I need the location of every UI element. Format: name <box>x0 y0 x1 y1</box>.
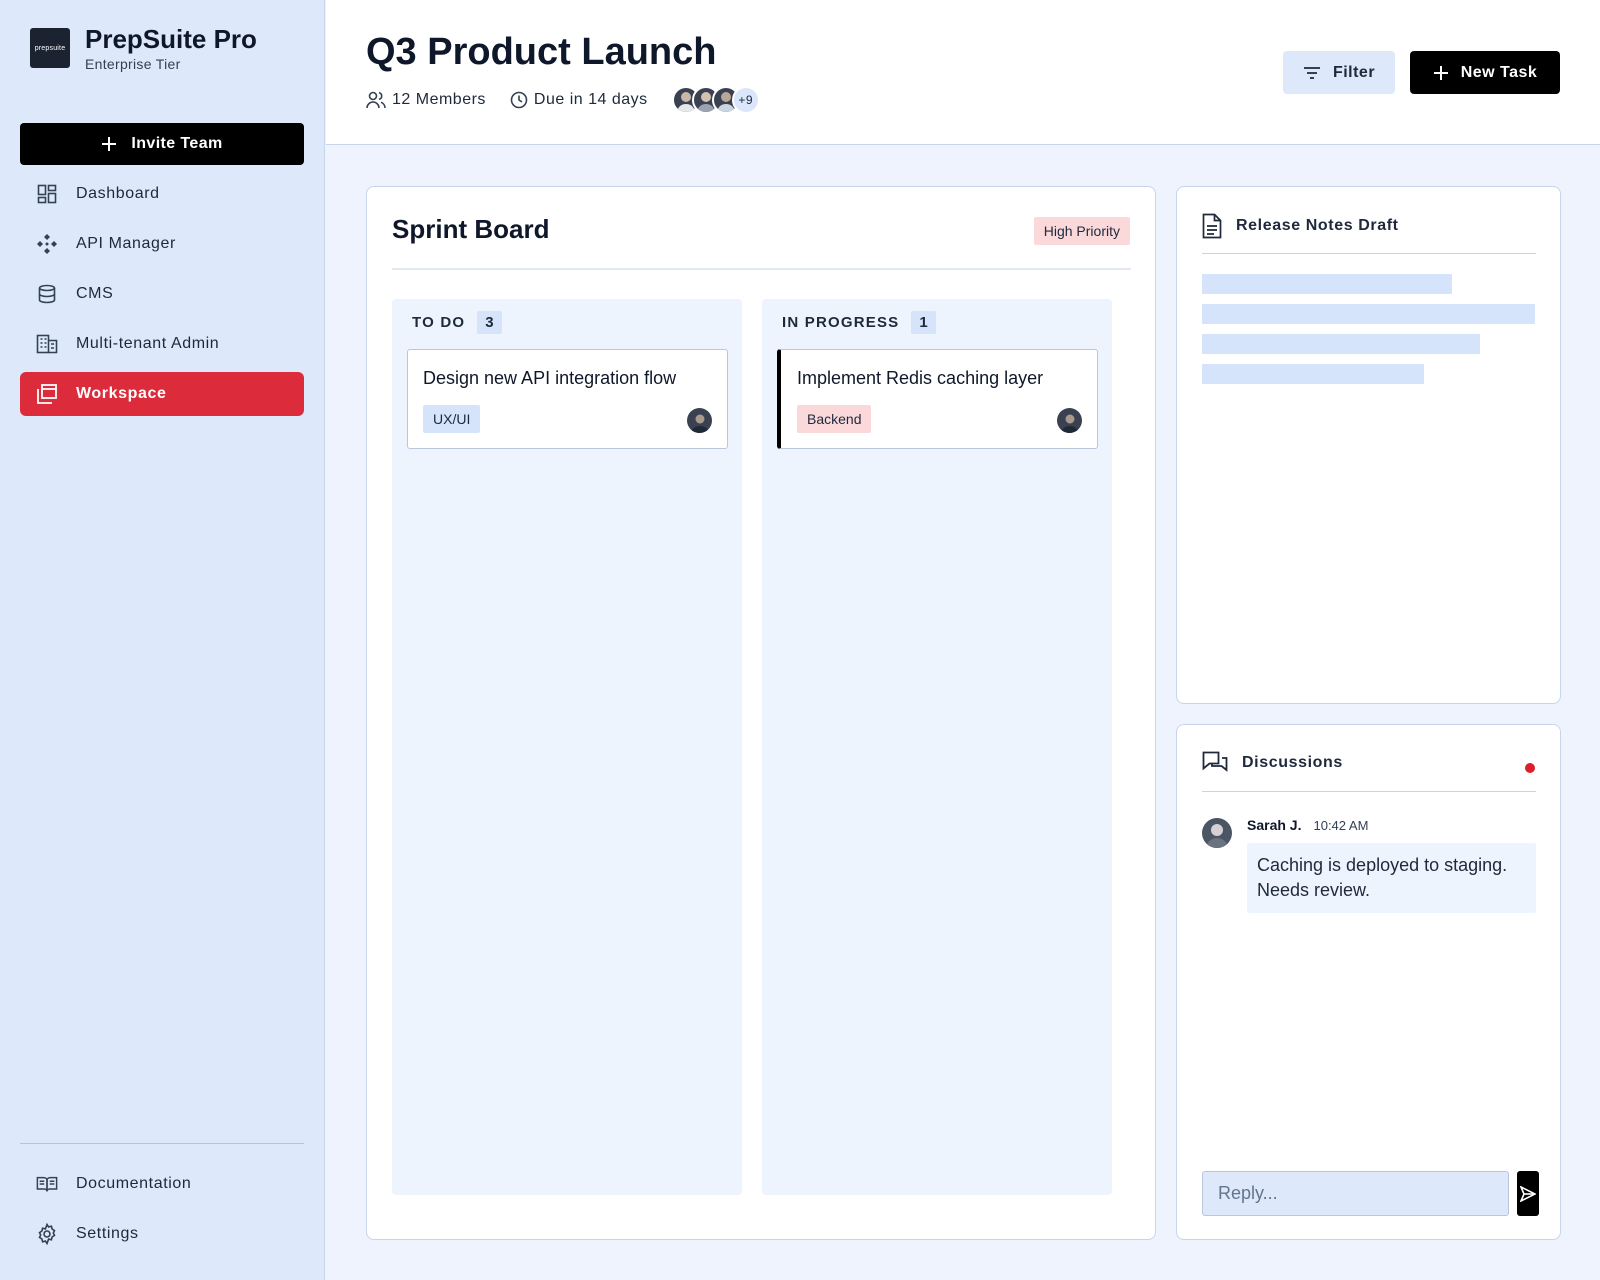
skeleton-line <box>1202 364 1424 384</box>
brand-name: PrepSuite Pro <box>85 24 257 54</box>
task-tag: Backend <box>797 405 872 433</box>
release-notes-panel: Release Notes Draft <box>1176 186 1561 704</box>
avatar <box>1202 818 1232 848</box>
invite-team-button[interactable]: Invite Team <box>20 123 304 165</box>
message-author: Sarah J. <box>1247 817 1302 833</box>
new-task-label: New Task <box>1460 63 1538 81</box>
reply-input[interactable] <box>1202 1171 1509 1216</box>
panel-header: Release Notes Draft <box>1202 213 1399 239</box>
due-label: Due in 14 days <box>533 91 648 108</box>
skeleton-line <box>1202 334 1480 354</box>
sidebar-item-label: Dashboard <box>76 185 160 202</box>
sidebar-item-workspace[interactable]: Workspace <box>20 372 304 416</box>
filter-label: Filter <box>1332 63 1376 81</box>
sidebar-item-label: Workspace <box>76 385 167 402</box>
building-icon <box>36 333 58 355</box>
task-card[interactable]: Implement Redis caching layer Backend <box>777 349 1098 449</box>
api-icon <box>36 233 58 255</box>
sidebar-item-label: Multi-tenant Admin <box>76 335 220 352</box>
sidebar-divider <box>20 1143 304 1144</box>
column-todo: TO DO 3 Design new API integration flow … <box>392 299 742 1195</box>
panel-divider <box>1202 791 1536 792</box>
sidebar-nav: Dashboard API Manager CMS Multi-tenant A… <box>20 172 304 422</box>
filter-icon <box>1303 66 1320 79</box>
avatar-more: +9 <box>731 86 760 114</box>
sidebar-item-label: API Manager <box>76 235 176 252</box>
panel-title: Discussions <box>1242 754 1343 771</box>
task-tag: UX/UI <box>423 405 481 433</box>
discussions-panel: Discussions Sarah J. 10:42 AM Caching is… <box>1176 724 1561 1240</box>
sidebar-item-dashboard[interactable]: Dashboard <box>20 172 304 216</box>
task-card[interactable]: Design new API integration flow UX/UI <box>407 349 728 449</box>
document-icon <box>1202 213 1222 239</box>
column-header: TO DO 3 <box>412 311 502 334</box>
page-header: Q3 Product Launch 12 Members Due in 14 d… <box>326 0 1600 145</box>
gear-icon <box>36 1223 58 1245</box>
sidebar-item-api-manager[interactable]: API Manager <box>20 222 304 266</box>
column-title: TO DO <box>412 314 466 331</box>
members-count[interactable]: 12 Members <box>366 91 486 109</box>
sidebar-item-label: CMS <box>76 285 114 302</box>
sidebar-item-settings[interactable]: Settings <box>20 1212 304 1256</box>
plus-icon <box>102 137 117 151</box>
invite-team-label: Invite Team <box>131 135 223 152</box>
skeleton-line <box>1202 274 1452 294</box>
column-count: 1 <box>911 311 936 334</box>
skeleton-line <box>1202 304 1535 324</box>
panel-header: Discussions <box>1202 751 1343 775</box>
plus-icon <box>1433 65 1448 80</box>
column-in-progress: IN PROGRESS 1 Implement Redis caching la… <box>762 299 1112 1195</box>
board-divider <box>392 268 1131 270</box>
clock-icon <box>510 91 528 109</box>
message-meta: Sarah J. 10:42 AM <box>1247 817 1368 833</box>
message-time: 10:42 AM <box>1313 818 1369 833</box>
project-meta: 12 Members Due in 14 days +9 <box>366 86 760 114</box>
column-title: IN PROGRESS <box>782 314 900 331</box>
book-icon <box>36 1173 58 1195</box>
chat-icon <box>1202 751 1228 772</box>
message-bubble: Caching is deployed to staging. Needs re… <box>1247 843 1536 913</box>
column-header: IN PROGRESS 1 <box>782 311 936 334</box>
panel-title: Release Notes Draft <box>1236 217 1399 234</box>
sidebar-item-documentation[interactable]: Documentation <box>20 1162 304 1206</box>
sprint-board: Sprint Board High Priority TO DO 3 Desig… <box>366 186 1156 1240</box>
new-task-button[interactable]: New Task <box>1410 51 1560 94</box>
sidebar-item-label: Settings <box>76 1225 139 1242</box>
workspace-icon <box>36 383 58 405</box>
sidebar-bottom-nav: Documentation Settings <box>20 1162 304 1262</box>
page-title: Q3 Product Launch <box>366 31 717 73</box>
due-date: Due in 14 days <box>510 91 648 109</box>
users-icon <box>366 91 386 109</box>
column-count: 3 <box>477 311 502 334</box>
unread-indicator <box>1525 763 1535 773</box>
member-avatars[interactable]: +9 <box>671 86 760 114</box>
task-title: Design new API integration flow <box>423 368 677 388</box>
panel-divider <box>1202 253 1536 254</box>
brand-tier: Enterprise Tier <box>85 56 181 72</box>
priority-badge: High Priority <box>1033 217 1130 245</box>
sidebar-item-multi-tenant-admin[interactable]: Multi-tenant Admin <box>20 322 304 366</box>
brand[interactable]: prepsuite PrepSuite Pro Enterprise Tier <box>30 24 257 72</box>
send-icon <box>1520 1185 1536 1202</box>
dashboard-icon <box>36 183 58 205</box>
sidebar: prepsuite PrepSuite Pro Enterprise Tier … <box>0 0 325 1280</box>
members-label: 12 Members <box>392 91 486 108</box>
database-icon <box>36 283 58 305</box>
send-button[interactable] <box>1517 1171 1539 1216</box>
sidebar-item-cms[interactable]: CMS <box>20 272 304 316</box>
task-title: Implement Redis caching layer <box>797 368 1044 388</box>
filter-button[interactable]: Filter <box>1283 51 1395 94</box>
sidebar-item-label: Documentation <box>76 1175 192 1192</box>
board-title: Sprint Board <box>392 214 550 244</box>
assignee-avatar[interactable] <box>1057 408 1082 433</box>
brand-logo: prepsuite <box>30 28 70 68</box>
assignee-avatar[interactable] <box>687 408 712 433</box>
